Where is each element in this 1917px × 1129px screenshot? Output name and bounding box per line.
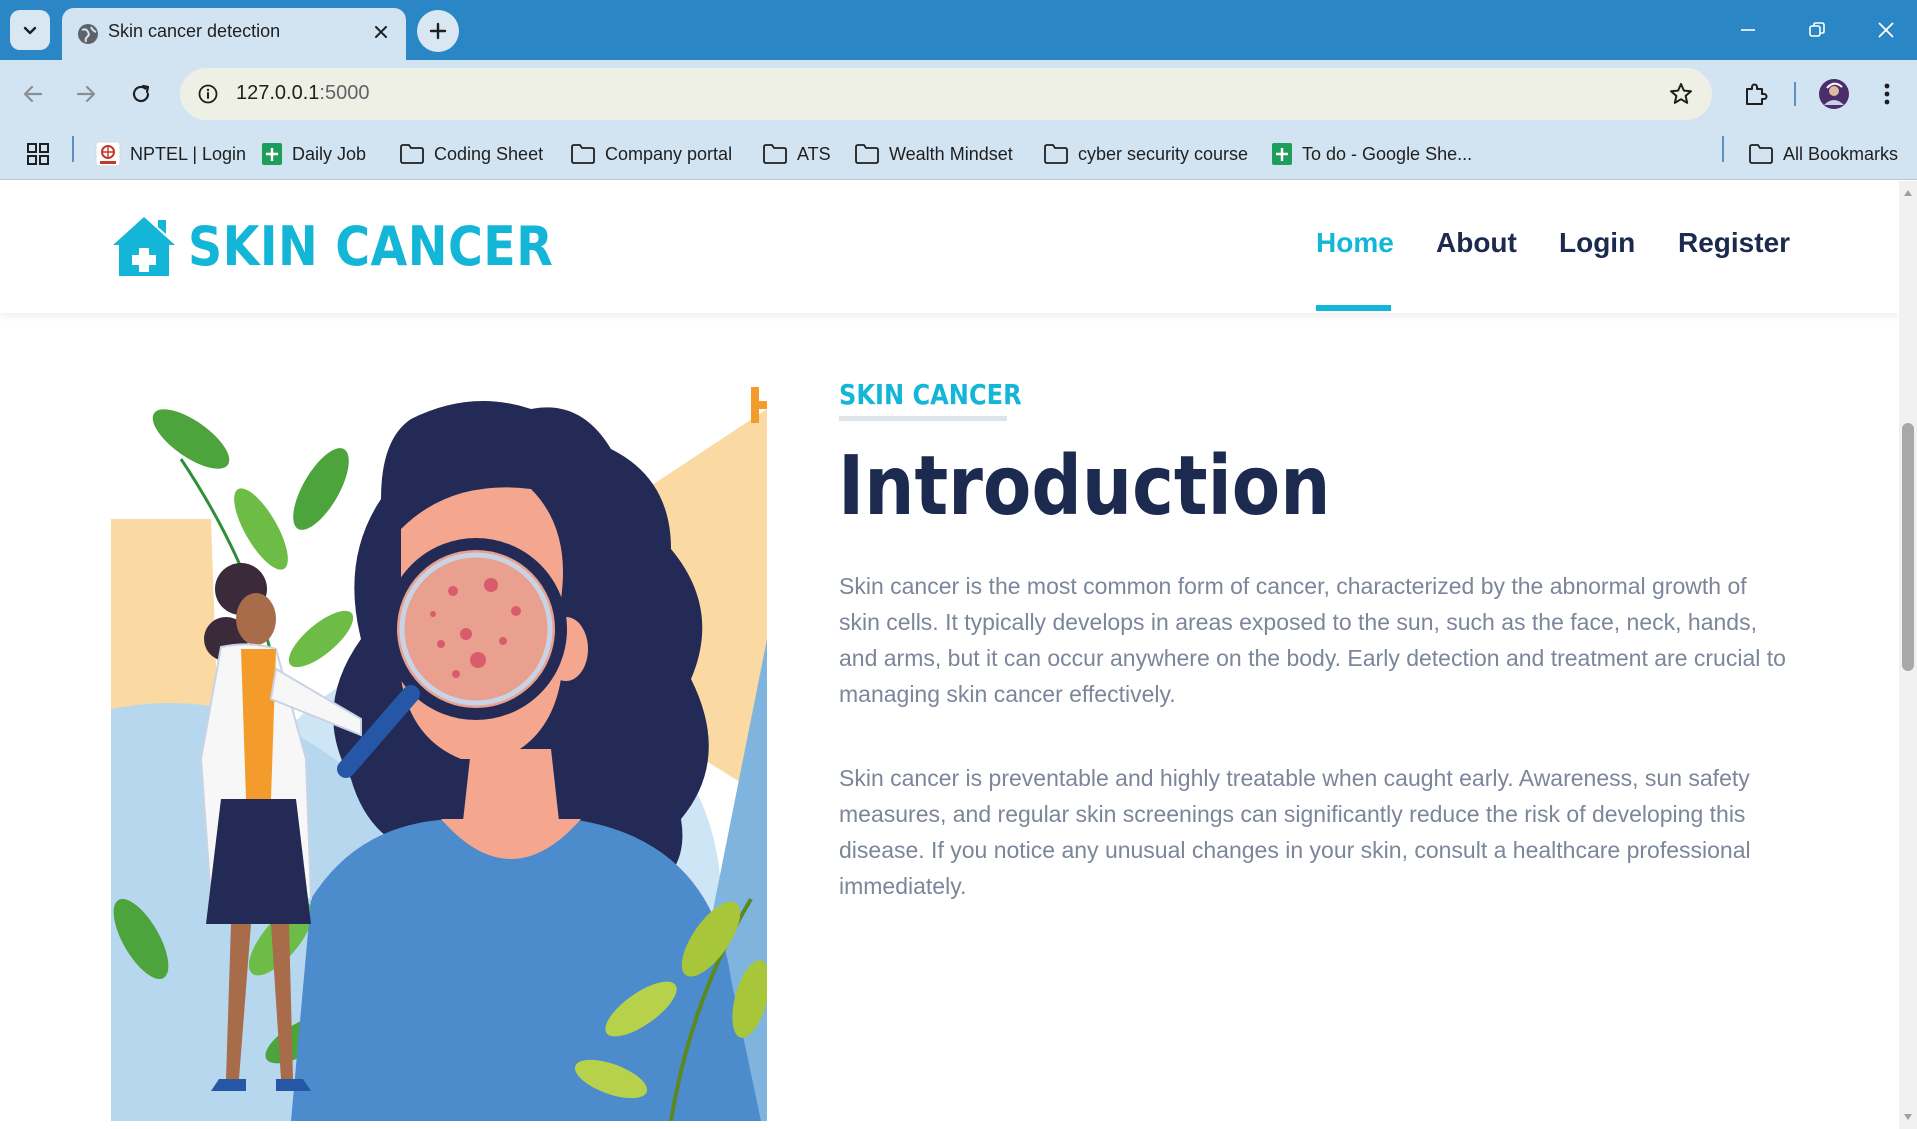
arrow-left-icon	[23, 85, 43, 103]
bookmark-nptel[interactable]: NPTEL | Login	[95, 139, 246, 169]
minimize-icon	[1741, 29, 1755, 31]
arrow-right-icon	[76, 85, 96, 103]
nav-home[interactable]: Home	[1316, 227, 1394, 259]
site-info-button[interactable]	[192, 78, 224, 110]
nptel-icon	[95, 141, 121, 167]
chevron-down-icon	[23, 26, 37, 35]
folder-icon	[855, 144, 879, 164]
puzzle-icon	[1746, 83, 1768, 105]
browser-tab-active[interactable]: Skin cancer detection	[62, 8, 406, 60]
house-medical-icon	[113, 217, 175, 276]
url-text: 127.0.0.1:5000	[236, 82, 369, 105]
folder-icon	[1044, 144, 1068, 164]
bookmark-wealth-mindset[interactable]: Wealth Mindset	[854, 139, 1013, 169]
intro-paragraph-2: Skin cancer is preventable and highly tr…	[839, 765, 1751, 899]
star-icon[interactable]	[1668, 81, 1694, 107]
bookmark-coding-sheet[interactable]: Coding Sheet	[399, 139, 543, 169]
apps-grid-icon	[27, 143, 49, 165]
nav-active-indicator	[1316, 305, 1391, 311]
all-bookmarks-button[interactable]: All Bookmarks	[1748, 139, 1898, 169]
bookmark-label: Wealth Mindset	[889, 143, 1013, 164]
apps-button[interactable]	[26, 139, 50, 169]
skin-examination-illustration	[111, 379, 767, 1121]
new-tab-button[interactable]	[417, 10, 459, 52]
folder-icon	[400, 144, 424, 164]
bookmark-label: cyber security course	[1078, 143, 1249, 164]
bookmark-label: Daily Job	[292, 143, 367, 164]
nav-about[interactable]: About	[1436, 227, 1517, 259]
bookmark-cyber-security-course[interactable]: cyber security course	[1043, 139, 1248, 169]
bookmark-daily-job[interactable]: Daily Job	[261, 139, 366, 169]
plus-icon	[429, 22, 447, 40]
restore-icon	[1809, 22, 1825, 37]
bookmarks-divider	[1722, 136, 1724, 162]
forward-button[interactable]	[66, 74, 106, 114]
all-bookmarks-label: All Bookmarks	[1783, 143, 1899, 164]
url-host: 127.0.0.1	[236, 82, 320, 104]
avatar-icon	[1819, 79, 1849, 109]
bookmark-company-portal[interactable]: Company portal	[570, 139, 732, 169]
bookmark-ats[interactable]: ATS	[762, 139, 831, 169]
nav-login[interactable]: Login	[1559, 227, 1635, 259]
folder-icon	[571, 144, 595, 164]
profile-avatar[interactable]	[1814, 74, 1854, 114]
scroll-up-arrow-icon[interactable]	[1903, 189, 1913, 197]
scroll-down-arrow-icon[interactable]	[1903, 1113, 1913, 1121]
folder-icon	[763, 144, 787, 164]
more-vertical-icon	[1884, 83, 1890, 105]
page-title: Introduction	[838, 439, 1331, 534]
page-viewport: SKIN CANCER Home About Login Register SK…	[0, 181, 1917, 1129]
close-tab-icon[interactable]	[370, 21, 392, 43]
bookmark-label: Company portal	[605, 143, 733, 164]
bookmarks-bar: NPTEL | Login Daily Job Coding Sheet Com…	[0, 128, 1917, 180]
browser-menu-button[interactable]	[1867, 74, 1907, 114]
site-brand[interactable]: SKIN CANCER	[110, 211, 603, 281]
browser-title-bar: Skin cancer detection	[0, 0, 1917, 60]
tab-title: Skin cancer detection	[108, 21, 281, 41]
tab-search-button[interactable]	[10, 10, 50, 50]
address-bar[interactable]: 127.0.0.1:5000	[180, 68, 1712, 120]
bookmarks-divider	[72, 136, 74, 162]
nav-register[interactable]: Register	[1678, 227, 1790, 259]
intro-paragraph-1: Skin cancer is the most common form of c…	[839, 573, 1786, 707]
page-scrollbar[interactable]	[1899, 181, 1917, 1129]
sheets-icon	[1272, 143, 1292, 165]
reload-button[interactable]	[121, 74, 161, 114]
restore-button[interactable]	[1797, 12, 1837, 48]
section-eyebrow: SKIN CANCER	[839, 378, 1022, 411]
extensions-button[interactable]	[1735, 74, 1775, 114]
url-port: :5000	[319, 82, 370, 104]
globe-icon	[78, 24, 98, 44]
bookmark-label: NPTEL | Login	[130, 143, 247, 164]
scrollbar-thumb[interactable]	[1902, 423, 1914, 671]
folder-icon	[1749, 144, 1773, 164]
reload-icon	[132, 84, 150, 103]
close-window-button[interactable]	[1866, 12, 1906, 48]
site-navbar: SKIN CANCER Home About Login Register	[0, 181, 1899, 313]
info-icon	[198, 84, 218, 104]
bookmark-label: ATS	[797, 143, 831, 164]
close-icon	[1878, 22, 1894, 38]
browser-toolbar: 127.0.0.1:5000	[0, 60, 1917, 128]
bookmark-label: Coding Sheet	[434, 143, 544, 164]
toolbar-divider	[1794, 82, 1796, 106]
back-button[interactable]	[13, 74, 53, 114]
brand-name: SKIN CANCER	[188, 214, 554, 278]
eyebrow-underline	[839, 416, 1007, 421]
bookmark-to-do[interactable]: To do - Google She...	[1271, 139, 1472, 169]
minimize-button[interactable]	[1728, 12, 1768, 48]
bookmark-label: To do - Google She...	[1302, 143, 1473, 164]
sheets-icon	[262, 143, 282, 165]
